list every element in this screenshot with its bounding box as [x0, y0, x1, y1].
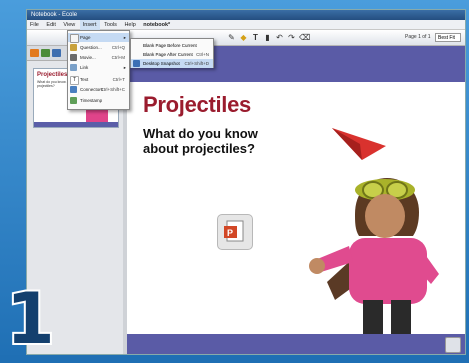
menu-item-label: Timestamp	[80, 98, 103, 103]
menu-item-connectors[interactable]: Connectors Ctrl+Shift+C	[68, 85, 129, 94]
menu-insert[interactable]: Insert	[79, 20, 100, 30]
menu-item-page[interactable]: Page ▸	[68, 33, 129, 43]
submenu-item-label: Blank Page After Current	[143, 52, 193, 57]
window-title: Notebook - Ecole	[31, 12, 78, 18]
slide-title[interactable]: Projectiles	[143, 92, 251, 118]
menu-help[interactable]: Help	[121, 20, 138, 30]
submenu-desktop-snapshot[interactable]: Desktop Snapshot Ctrl+Shift+D	[131, 59, 213, 68]
svg-text:P: P	[227, 228, 233, 238]
menu-item-shortcut: Ctrl+Shift+C	[100, 87, 125, 92]
title-bar: Notebook - Ecole	[27, 10, 465, 20]
thumbnail-band	[34, 122, 118, 127]
menu-item-label: Page	[80, 35, 91, 40]
link-icon	[70, 64, 77, 71]
paint-bucket-icon[interactable]: ◆	[239, 33, 248, 42]
menu-item-shortcut: Ctrl+Q	[111, 45, 125, 50]
menu-item-label: Movie...	[80, 55, 96, 60]
menu-item-shortcut: Ctrl+M	[111, 55, 125, 60]
question-icon	[70, 44, 77, 51]
redo-icon[interactable]: ↷	[287, 33, 296, 42]
slide-subtitle[interactable]: What do you know about projectiles?	[143, 126, 273, 156]
submenu-blank-after[interactable]: Blank Page After Current Ctrl+N	[131, 50, 213, 59]
gallery-tab-icon[interactable]	[41, 49, 50, 57]
movie-icon	[70, 54, 77, 61]
menu-item-movie[interactable]: Movie... Ctrl+M	[68, 53, 129, 62]
select-icon[interactable]: ▮	[263, 33, 272, 42]
insert-menu: Page ▸ Question... Ctrl+Q Movie... Ctrl+…	[67, 30, 130, 110]
submenu-item-shortcut: Ctrl+N	[196, 52, 209, 57]
step-number: 1	[4, 278, 57, 360]
page-sorter-tab-icon[interactable]	[30, 49, 39, 57]
menu-tools[interactable]: Tools	[101, 20, 120, 30]
eraser-icon[interactable]: ⌫	[299, 33, 310, 42]
text-icon: T	[70, 76, 79, 85]
menu-item-shortcut: Ctrl+T	[112, 77, 125, 82]
menu-item-timestamp[interactable]: Timestamp	[68, 96, 129, 105]
attachments-tab-icon[interactable]	[52, 49, 61, 57]
connectors-icon	[70, 86, 77, 93]
text-tool-icon[interactable]: T	[251, 33, 260, 42]
menu-item-label: Question...	[80, 45, 102, 50]
zoom-select[interactable]: Best Fit	[435, 33, 461, 42]
menu-item-link[interactable]: Link ▸	[68, 63, 129, 72]
page-icon	[70, 34, 79, 43]
submenu-item-shortcut: Ctrl+Shift+D	[184, 61, 209, 66]
slide-bottom-band	[127, 334, 465, 354]
timestamp-icon	[70, 97, 77, 104]
menu-bar: File Edit View Insert Tools Help noteboo…	[27, 20, 465, 30]
undo-icon[interactable]: ↶	[275, 33, 284, 42]
save-icon[interactable]	[445, 337, 461, 353]
submenu-blank-before[interactable]: Blank Page Before Current	[131, 41, 213, 50]
menu-item-text[interactable]: T Text Ctrl+T	[68, 75, 129, 85]
page-submenu: Blank Page Before Current Blank Page Aft…	[130, 38, 214, 68]
app-window: Notebook - Ecole File Edit View Insert T…	[26, 9, 466, 355]
pen-icon[interactable]: ✎	[227, 33, 236, 42]
menu-item-label: Text	[80, 77, 89, 82]
menu-edit[interactable]: Edit	[43, 20, 58, 30]
girl-photo[interactable]	[307, 150, 447, 336]
attachment-icon[interactable]: P	[217, 214, 253, 250]
document-tab[interactable]: notebook*	[140, 20, 173, 30]
bottom-bar	[0, 355, 469, 363]
menu-item-label: Link	[80, 65, 89, 70]
submenu-item-label: Blank Page Before Current	[143, 43, 197, 48]
slide-canvas[interactable]: Projectiles What do you know about proje…	[127, 46, 465, 354]
menu-item-question[interactable]: Question... Ctrl+Q	[68, 43, 129, 52]
thumbnail-title: Projectiles	[37, 72, 68, 78]
submenu-arrow-icon: ▸	[123, 35, 126, 40]
submenu-arrow-icon: ▸	[123, 65, 126, 70]
page-indicator: Page 1 of 1	[405, 34, 431, 40]
snapshot-icon	[133, 60, 140, 67]
menu-view[interactable]: View	[60, 20, 78, 30]
submenu-item-label: Desktop Snapshot	[143, 61, 180, 66]
menu-file[interactable]: File	[27, 20, 42, 30]
